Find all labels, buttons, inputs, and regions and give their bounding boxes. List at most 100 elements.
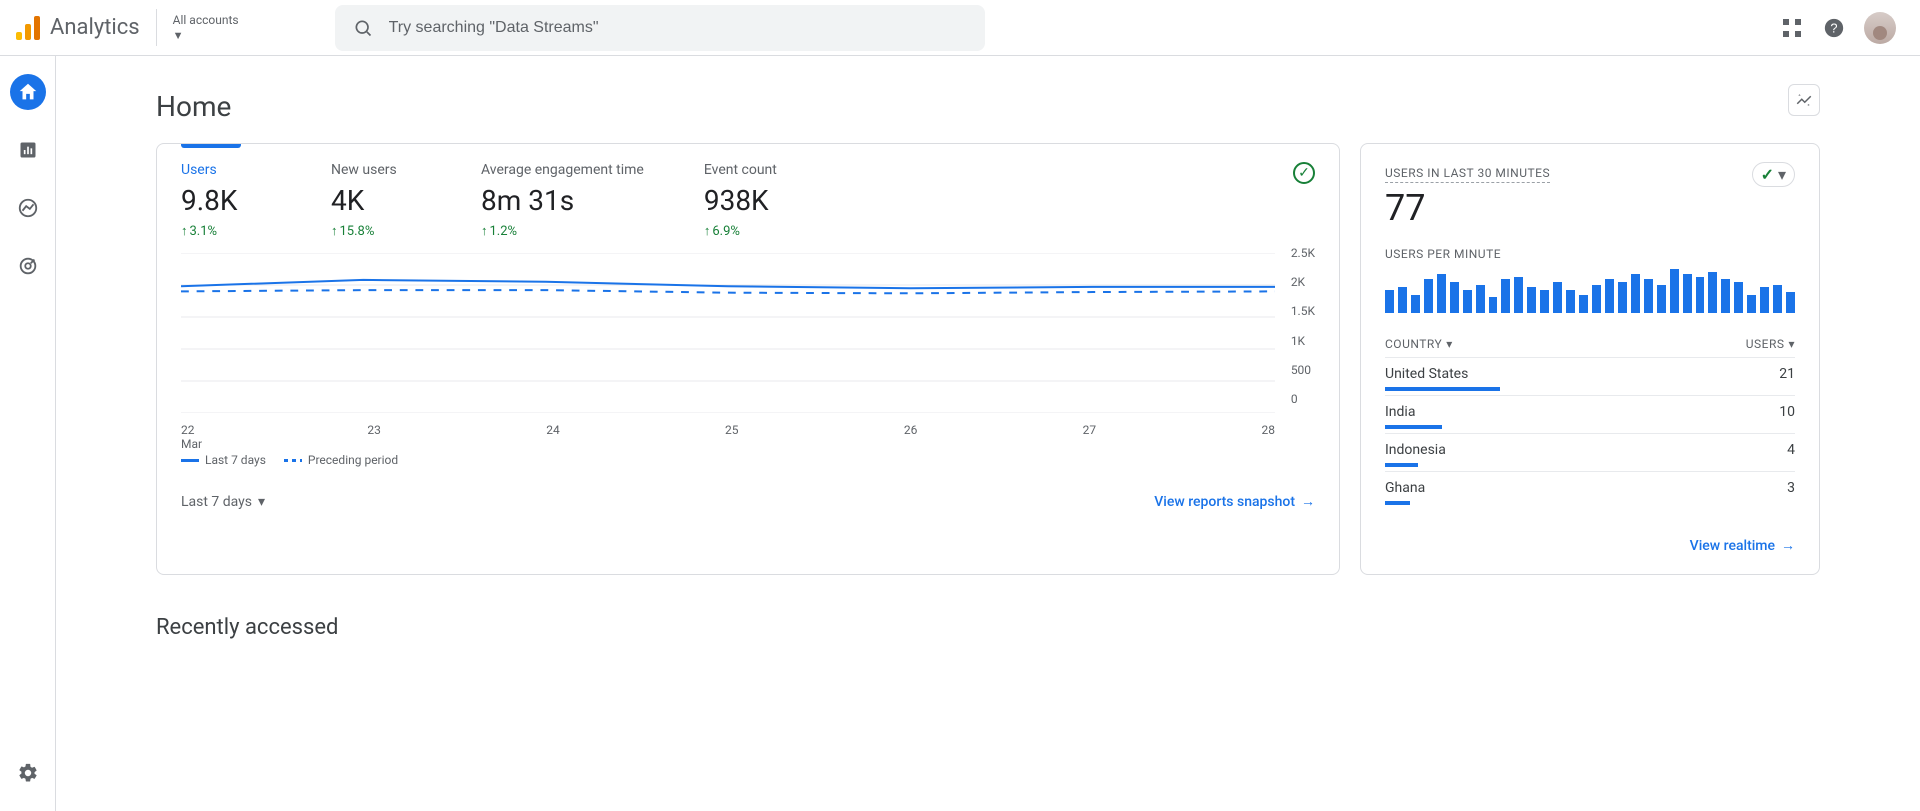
metric-delta: ↑1.2% — [481, 223, 644, 239]
spark-bar — [1670, 269, 1679, 313]
country-name: Ghana — [1385, 480, 1425, 496]
spark-bar — [1618, 282, 1627, 313]
metric-tabs: Users 9.8K ↑3.1% New users 4K ↑15.8% Avera… — [181, 162, 1315, 239]
spark-bar — [1734, 282, 1743, 313]
metric-label: Average engagement time — [481, 162, 644, 178]
spark-bar — [1721, 279, 1730, 313]
metric-tab[interactable]: Event count 938K ↑6.9% — [704, 162, 794, 239]
spark-bar — [1476, 285, 1485, 313]
metric-delta: ↑15.8% — [331, 223, 421, 239]
spark-bar — [1683, 274, 1692, 313]
metric-value: 4K — [331, 184, 421, 217]
avatar[interactable] — [1864, 12, 1896, 44]
realtime-country-table: COUNTRY ▾ USERS ▾ United States 21 India 1… — [1385, 331, 1795, 509]
svg-text:?: ? — [1830, 20, 1837, 35]
app-header: Analytics All accounts ▼ ? — [0, 0, 1920, 56]
country-header[interactable]: COUNTRY ▾ — [1385, 337, 1453, 351]
realtime-status-dropdown[interactable]: ✓ ▾ — [1752, 162, 1795, 187]
arrow-up-icon: ↑ — [331, 223, 338, 239]
account-switcher-label: All accounts — [173, 13, 239, 27]
realtime-title: USERS IN LAST 30 MINUTES — [1385, 166, 1550, 183]
recently-accessed-title: Recently accessed — [156, 615, 1820, 640]
insights-button[interactable] — [1788, 84, 1820, 116]
legend-previous: Preceding period — [284, 453, 398, 467]
analytics-logo-icon — [16, 16, 40, 40]
spark-bar — [1489, 297, 1498, 313]
spark-bar — [1786, 292, 1795, 313]
nav-admin[interactable] — [10, 755, 46, 791]
view-reports-snapshot-link[interactable]: View reports snapshot → — [1154, 493, 1315, 510]
spark-bar — [1760, 287, 1769, 313]
search-input[interactable] — [389, 19, 969, 37]
spark-bar — [1747, 295, 1756, 313]
chevron-down-icon: ▾ — [1446, 337, 1453, 351]
status-check-icon[interactable]: ✓ — [1293, 162, 1315, 184]
spark-bar — [1437, 274, 1446, 313]
country-name: Indonesia — [1385, 442, 1446, 458]
overview-card: ✓ Users 9.8K ↑3.1% New users 4K ↑15.8% Ave… — [156, 143, 1340, 575]
spark-bar — [1708, 272, 1717, 313]
spark-bar — [1527, 287, 1536, 313]
search-bar[interactable] — [335, 5, 985, 51]
legend-current: Last 7 days — [181, 453, 266, 467]
realtime-card: USERS IN LAST 30 MINUTES 77 ✓ ▾ USERS PE… — [1360, 143, 1820, 575]
spark-bar — [1398, 287, 1407, 313]
spark-bar — [1644, 279, 1653, 313]
page-title: Home — [156, 90, 1820, 123]
metric-tab[interactable]: Average engagement time 8m 31s ↑1.2% — [481, 162, 644, 239]
chevron-down-icon: ▾ — [1778, 165, 1786, 184]
metric-value: 938K — [704, 184, 794, 217]
nav-advertising[interactable] — [10, 248, 46, 284]
user-count: 10 — [1779, 404, 1795, 420]
spark-bar — [1579, 295, 1588, 313]
users-per-minute-label: USERS PER MINUTE — [1385, 247, 1795, 261]
spark-bar — [1696, 277, 1705, 313]
spark-bar — [1514, 277, 1523, 313]
table-row: Ghana3 — [1385, 471, 1795, 509]
arrow-up-icon: ↑ — [481, 223, 488, 239]
apps-icon[interactable] — [1780, 16, 1804, 40]
spark-bar — [1424, 279, 1433, 313]
date-range-selector[interactable]: Last 7 days ▾ — [181, 494, 265, 510]
content-area: Home ✓ Users 9.8K ↑3.1% New users 4K ↑15.… — [56, 56, 1920, 811]
spark-bar — [1631, 274, 1640, 313]
metric-tab[interactable]: Users 9.8K ↑3.1% — [181, 162, 271, 239]
users-header[interactable]: USERS ▾ — [1746, 337, 1795, 351]
spark-bar — [1566, 290, 1575, 313]
arrow-up-icon: ↑ — [704, 223, 711, 239]
spark-bar — [1463, 290, 1472, 313]
spark-bar — [1657, 285, 1666, 313]
chevron-down-icon: ▾ — [1788, 337, 1795, 351]
help-icon[interactable]: ? — [1822, 16, 1846, 40]
spark-bar — [1540, 290, 1549, 313]
account-switcher[interactable]: All accounts ▼ — [156, 9, 255, 46]
nav-explore[interactable] — [10, 190, 46, 226]
trend-chart: 2.5K2K1.5K1K5000 22Mar232425262728 — [181, 253, 1315, 443]
spark-bar — [1592, 285, 1601, 313]
spark-bar — [1605, 279, 1614, 313]
country-name: United States — [1385, 366, 1468, 382]
chart-legend: Last 7 days Preceding period — [181, 453, 1315, 467]
spark-bar — [1501, 279, 1510, 313]
metric-value: 8m 31s — [481, 184, 644, 217]
users-per-minute-chart — [1385, 269, 1795, 313]
metric-tab[interactable]: New users 4K ↑15.8% — [331, 162, 421, 239]
y-axis: 2.5K2K1.5K1K5000 — [1291, 253, 1315, 413]
product-name: Analytics — [50, 15, 140, 40]
spark-bar — [1553, 282, 1562, 313]
arrow-up-icon: ↑ — [181, 223, 188, 239]
table-row: United States 21 — [1385, 357, 1795, 395]
user-count: 21 — [1779, 366, 1795, 382]
user-count: 4 — [1787, 442, 1795, 458]
metric-delta: ↑3.1% — [181, 223, 271, 239]
country-name: India — [1385, 404, 1415, 420]
view-realtime-link[interactable]: View realtime → — [1690, 537, 1795, 554]
nav-reports[interactable] — [10, 132, 46, 168]
metric-label: Users — [181, 162, 271, 178]
product-logo-group[interactable]: Analytics — [16, 15, 156, 40]
nav-home[interactable] — [10, 74, 46, 110]
chevron-down-icon: ▾ — [258, 494, 265, 510]
realtime-user-count: 77 — [1385, 187, 1550, 229]
arrow-right-icon: → — [1301, 493, 1315, 510]
x-axis: 22Mar232425262728 — [181, 417, 1275, 451]
